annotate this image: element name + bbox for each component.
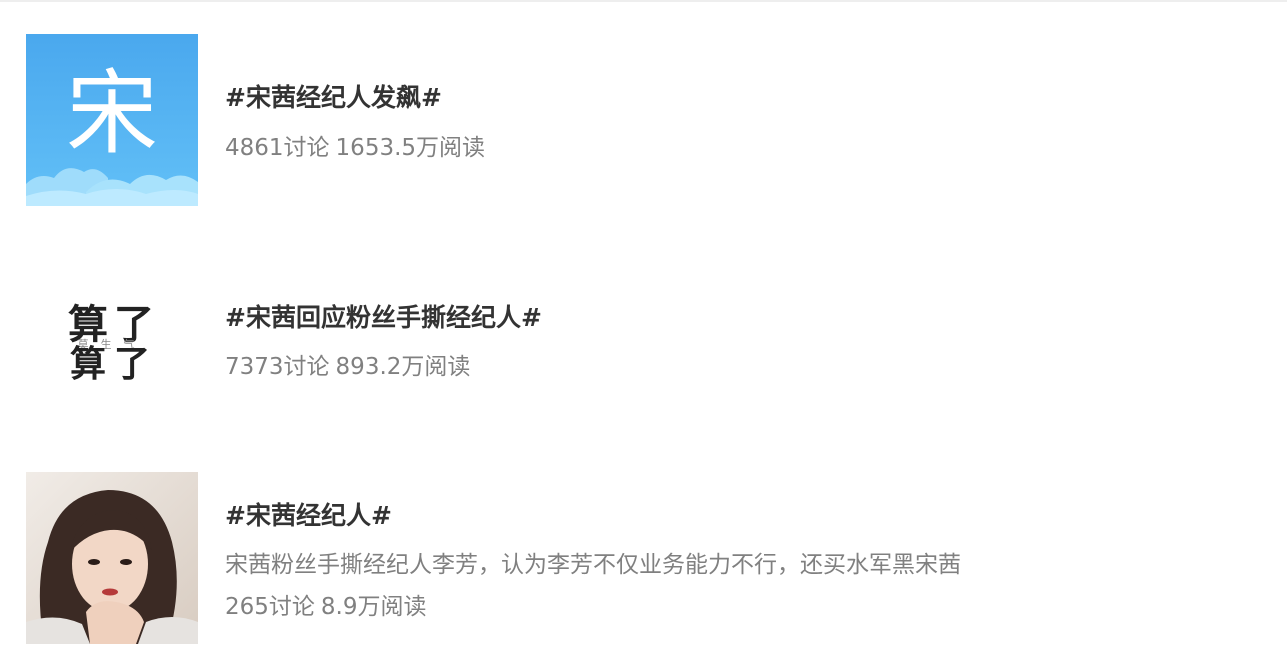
discussion-count: 7373讨论: [225, 354, 330, 380]
topic-title[interactable]: #宋茜回应粉丝手撕经纪人#: [225, 302, 542, 334]
topic-stats: 4861讨论 1653.5万阅读: [225, 133, 485, 163]
discussion-count: 4861讨论: [225, 135, 330, 161]
topic-item[interactable]: 宋 #宋茜经纪人发飙# 4861讨论 1653.5万阅读: [26, 34, 1256, 206]
discussion-count: 265讨论: [225, 594, 315, 620]
cloud-decoration: [26, 168, 198, 206]
topic-item[interactable]: #宋茜经纪人# 宋茜粉丝手撕经纪人李芳，认为李芳不仅业务能力不行，还买水军黑宋茜…: [26, 472, 1256, 644]
calligraphy-image: 算了 莫生气 算了: [68, 302, 158, 384]
read-count: 893.2万阅读: [335, 354, 471, 380]
topic-photo[interactable]: [26, 472, 198, 644]
calligraphy-text-bottom: 算了: [70, 344, 158, 384]
topic-stats: 7373讨论 893.2万阅读: [225, 352, 470, 382]
topic-description: 宋茜粉丝手撕经纪人李芳，认为李芳不仅业务能力不行，还买水军黑宋茜: [225, 552, 961, 578]
topic-stats: 265讨论 8.9万阅读: [225, 592, 426, 622]
read-count: 8.9万阅读: [320, 594, 427, 620]
topic-list: 宋 #宋茜经纪人发飙# 4861讨论 1653.5万阅读 算了 莫生气 算了 #宋…: [0, 0, 1287, 670]
topic-avatar[interactable]: 宋: [26, 34, 198, 206]
topic-title[interactable]: #宋茜经纪人发飙#: [225, 82, 442, 114]
topic-image[interactable]: 算了 莫生气 算了: [26, 252, 198, 424]
portrait-photo: [26, 472, 198, 644]
read-count: 1653.5万阅读: [335, 135, 486, 161]
topic-item[interactable]: 算了 莫生气 算了 #宋茜回应粉丝手撕经纪人# 7373讨论 893.2万阅读: [26, 252, 1256, 424]
topic-title[interactable]: #宋茜经纪人#: [225, 500, 392, 532]
